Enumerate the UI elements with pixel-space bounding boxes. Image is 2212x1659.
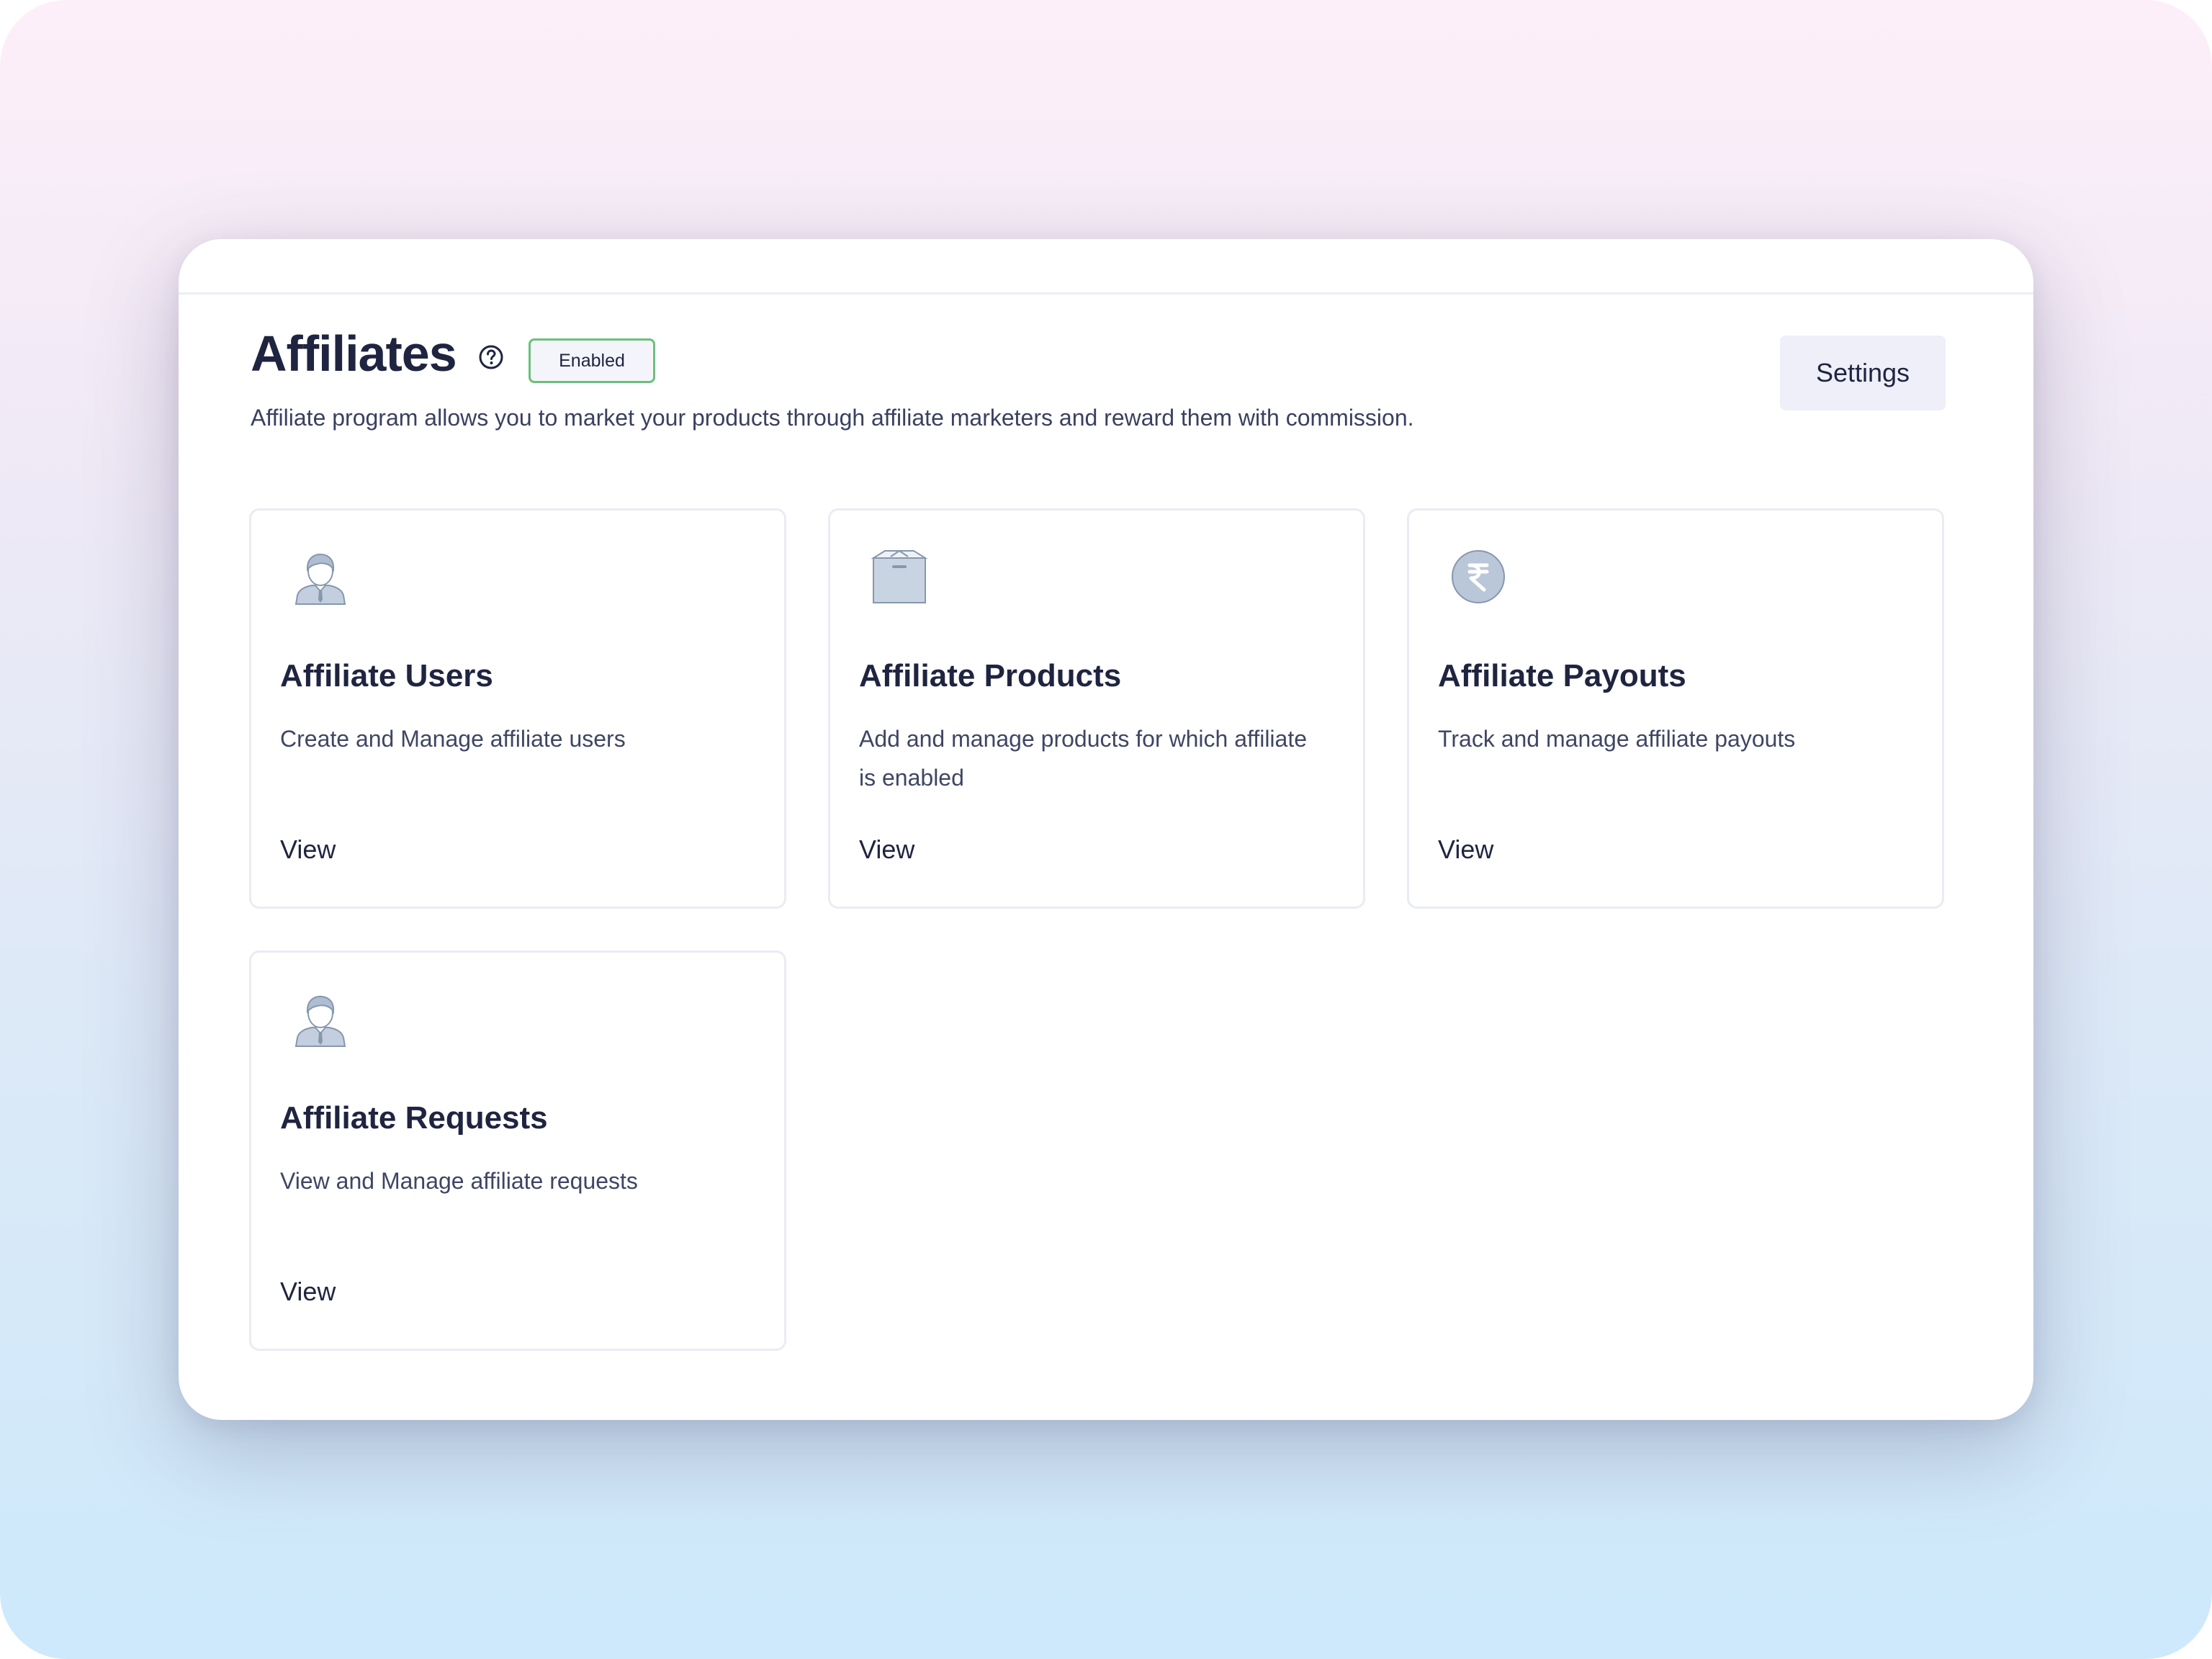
card-description: Create and Manage affiliate users [280, 726, 626, 752]
status-badge: Enabled [529, 338, 655, 383]
card-description: Add and manage products for which affili… [859, 726, 1308, 791]
help-icon[interactable] [478, 344, 504, 370]
card-description: Track and manage affiliate payouts [1438, 726, 1796, 752]
window-top-bar [179, 239, 2033, 295]
view-link[interactable]: View [280, 1277, 336, 1307]
card-title: Affiliate Requests [280, 1100, 548, 1136]
page-title: Affiliates [251, 325, 457, 382]
card-title: Affiliate Users [280, 658, 493, 693]
view-link[interactable]: View [859, 835, 914, 865]
user-icon [292, 548, 349, 606]
card-title: Affiliate Products [859, 658, 1122, 693]
card-title: Affiliate Payouts [1438, 658, 1686, 693]
card-affiliate-products: Affiliate Products Add and manage produc… [828, 508, 1365, 909]
box-icon [871, 548, 928, 606]
app-window: Affiliates Enabled Settings Affiliate pr… [179, 239, 2033, 1420]
view-link[interactable]: View [280, 835, 336, 865]
card-affiliate-payouts: Affiliate Payouts Track and manage affil… [1407, 508, 1944, 909]
settings-button[interactable]: Settings [1780, 336, 1946, 410]
view-link[interactable]: View [1438, 835, 1493, 865]
card-affiliate-users: Affiliate Users Create and Manage affili… [249, 508, 786, 909]
card-affiliate-requests: Affiliate Requests View and Manage affil… [249, 950, 786, 1351]
user-icon [292, 990, 349, 1048]
card-description: View and Manage affiliate requests [280, 1168, 638, 1194]
background: Affiliates Enabled Settings Affiliate pr… [0, 0, 2212, 1659]
rupee-coin-icon [1449, 548, 1507, 606]
page-description: Affiliate program allows you to market y… [251, 405, 1414, 431]
